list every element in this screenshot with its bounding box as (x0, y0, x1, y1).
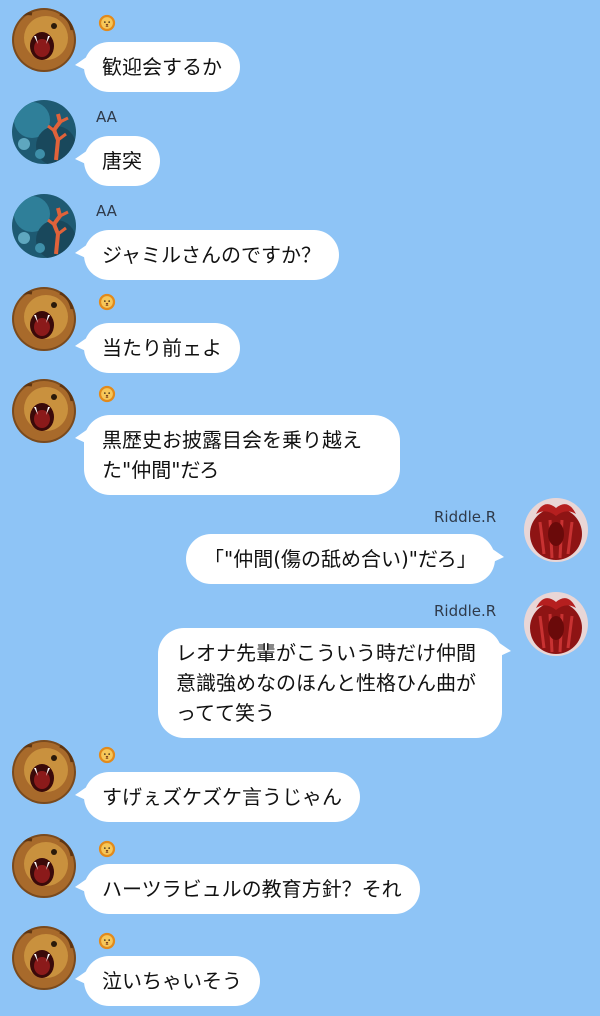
lion-avatar[interactable] (12, 834, 76, 898)
message-bubble[interactable]: 歓迎会するか (75, 42, 240, 92)
red-hair-avatar[interactable] (524, 592, 588, 656)
lion-avatar[interactable] (12, 287, 76, 351)
sender-name: Riddle.R (434, 508, 497, 526)
message-bubble[interactable]: 当たり前ェよ (75, 323, 240, 373)
message-bubble[interactable]: 「"仲間(傷の舐め合い)"だろ」 (186, 534, 504, 584)
sender-name: AA (96, 108, 117, 126)
message-bubble[interactable]: すげぇズケズケ言うじゃん (75, 772, 360, 822)
message-bubble[interactable]: 唐突 (75, 136, 160, 186)
chat-area[interactable]: 歓迎会するか AA 唐突 AA ジャミルさんのですか？ 当たり前ェよ 黒歴史お披… (0, 0, 600, 1016)
lion-emoji-icon (98, 385, 116, 403)
message-bubble[interactable]: 黒歴史お披露目会を乗り越え た"仲間"だろ (75, 415, 400, 495)
lion-emoji-icon (98, 746, 116, 764)
lion-avatar[interactable] (12, 379, 76, 443)
message-bubble[interactable]: 泣いちゃいそう (75, 956, 260, 1006)
lion-emoji-icon (98, 14, 116, 32)
lion-emoji-icon (98, 840, 116, 858)
ocean-coral-avatar[interactable] (12, 100, 76, 164)
lion-avatar[interactable] (12, 740, 76, 804)
ocean-coral-avatar[interactable] (12, 194, 76, 258)
lion-emoji-icon (98, 932, 116, 950)
sender-name: Riddle.R (434, 602, 497, 620)
lion-emoji-icon (98, 293, 116, 311)
red-hair-avatar[interactable] (524, 498, 588, 562)
message-bubble[interactable]: ジャミルさんのですか？ (75, 230, 339, 280)
lion-avatar[interactable] (12, 8, 76, 72)
message-bubble[interactable]: ハーツラビュルの教育方針？それ (75, 864, 420, 914)
sender-name: AA (96, 202, 117, 220)
message-bubble[interactable]: レオナ先輩がこういう時だけ仲間 意識強めなのほんと性格ひん曲が ってて笑う (158, 628, 511, 738)
lion-avatar[interactable] (12, 926, 76, 990)
